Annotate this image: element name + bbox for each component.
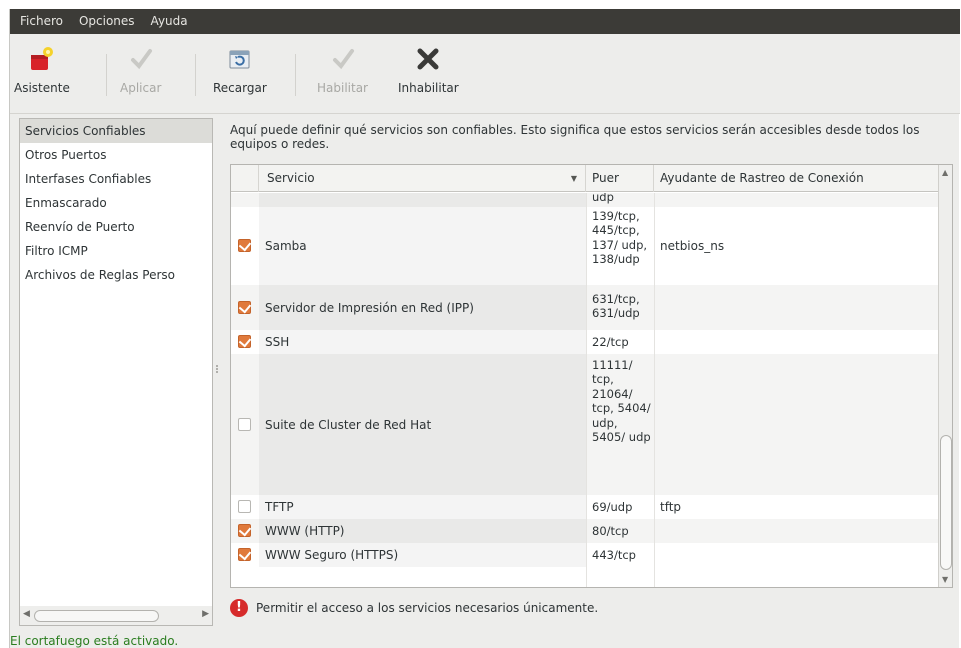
toolbar-separator: [295, 54, 296, 96]
table-vertical-scrollbar[interactable]: ▲ ▼: [938, 165, 952, 587]
table-row[interactable]: Samba 139/tcp, 445/tcp, 137/ udp, 138/ud…: [231, 207, 938, 285]
scrollbar-thumb[interactable]: [940, 435, 952, 570]
column-header-ports[interactable]: Puer: [586, 165, 654, 192]
warning-icon: !: [230, 599, 248, 617]
service-helper: [654, 543, 938, 567]
sidebar-item-port-forwarding[interactable]: Reenvío de Puerto: [20, 215, 212, 239]
check-icon: [330, 46, 356, 72]
scroll-down-icon[interactable]: ▼: [942, 575, 948, 584]
disable-button[interactable]: Inhabilitar: [398, 46, 459, 106]
service-checkbox[interactable]: [238, 301, 251, 314]
check-icon: [128, 46, 154, 72]
service-ports: 22/tcp: [592, 335, 629, 349]
service-checkbox[interactable]: [238, 239, 251, 252]
services-table: Servicio ▼ Puer Ayudante de Rastreo de C…: [230, 164, 953, 588]
access-notice: ! Permitir el acceso a los servicios nec…: [230, 598, 598, 618]
sidebar-item-icmp-filter[interactable]: Filtro ICMP: [20, 239, 212, 263]
service-name: SSH: [259, 330, 586, 354]
service-name: WWW Seguro (HTTPS): [259, 543, 586, 567]
pane-splitter-handle[interactable]: [216, 364, 220, 374]
service-helper: [654, 330, 938, 354]
enable-button[interactable]: Habilitar: [317, 46, 368, 106]
wizard-button[interactable]: Asistente: [14, 46, 70, 106]
service-ports: 139/tcp, 445/tcp, 137/ udp, 138/udp: [592, 209, 648, 267]
toolbar-separator: [106, 54, 107, 96]
table-row[interactable]: Servidor de Impresión en Red (IPP) 631/t…: [231, 285, 938, 330]
service-ports: 69/udp: [592, 500, 633, 514]
sidebar-horizontal-scrollbar[interactable]: ◀ ▶: [19, 606, 213, 626]
service-ports: 80/tcp: [592, 524, 629, 538]
service-name: Samba: [259, 207, 586, 285]
toolbar: Asistente Aplicar Recargar Habilitar Inh…: [10, 34, 960, 114]
service-helper: netbios_ns: [660, 239, 725, 253]
menu-help[interactable]: Ayuda: [143, 9, 196, 34]
service-ports: 443/tcp: [592, 548, 636, 562]
service-name: TFTP: [259, 495, 586, 519]
service-name: Servidor de Impresión en Red (IPP): [259, 285, 586, 330]
service-checkbox[interactable]: [238, 335, 251, 348]
menu-file[interactable]: Fichero: [12, 9, 71, 34]
table-row[interactable]: WWW (HTTP) 80/tcp: [231, 519, 938, 543]
status-bar: El cortafuego está activado.: [10, 634, 179, 648]
service-helper: tftp: [660, 500, 682, 514]
table-row[interactable]: SSH 22/tcp: [231, 330, 938, 354]
service-checkbox[interactable]: [238, 548, 251, 561]
table-row[interactable]: TFTP 69/udp tftp: [231, 495, 938, 519]
firewall-window: Fichero Opciones Ayuda Asistente Aplicar: [9, 9, 960, 648]
sidebar-item-masquerading[interactable]: Enmascarado: [20, 191, 212, 215]
table-header: Servicio ▼ Puer Ayudante de Rastreo de C…: [231, 165, 938, 192]
sidebar-item-trusted-services[interactable]: Servicios Confiables: [20, 119, 212, 143]
service-helper: [654, 519, 938, 543]
reload-icon: [227, 46, 253, 72]
close-icon: [415, 46, 441, 72]
description-text: Aquí puede definir qué servicios son con…: [230, 123, 920, 151]
sidebar-item-trusted-interfaces[interactable]: Interfases Confiables: [20, 167, 212, 191]
menu-options[interactable]: Opciones: [71, 9, 143, 34]
sidebar-item-custom-rules[interactable]: Archivos de Reglas Perso: [20, 263, 212, 287]
notice-text: Permitir el acceso a los servicios neces…: [256, 601, 599, 615]
sidebar-item-other-ports[interactable]: Otros Puertos: [20, 143, 212, 167]
service-helper: [654, 354, 938, 495]
reload-button[interactable]: Recargar: [213, 46, 267, 106]
service-name: Suite de Cluster de Red Hat: [259, 354, 586, 495]
toolbar-separator: [195, 54, 196, 96]
service-ports: 631/tcp, 631/udp: [592, 292, 640, 321]
service-checkbox[interactable]: [238, 500, 251, 513]
scroll-left-icon[interactable]: ◀: [23, 609, 30, 619]
column-divider: [586, 193, 587, 587]
column-header-helper[interactable]: Ayudante de Rastreo de Conexión: [654, 165, 938, 192]
column-header-check[interactable]: [231, 165, 259, 192]
service-helper: [654, 285, 938, 330]
scroll-up-icon[interactable]: ▲: [942, 168, 948, 177]
scroll-right-icon[interactable]: ▶: [202, 609, 209, 619]
table-row[interactable]: Suite de Cluster de Red Hat 11111/ tcp, …: [231, 354, 938, 495]
wizard-icon: [29, 46, 55, 72]
table-body: udp Samba 139/tcp, 445/tcp, 137/ udp, 13…: [231, 193, 938, 587]
service-checkbox[interactable]: [238, 418, 251, 431]
service-name: WWW (HTTP): [259, 519, 586, 543]
scrollbar-thumb[interactable]: [34, 610, 159, 622]
sort-down-icon: ▼: [570, 174, 577, 183]
apply-button[interactable]: Aplicar: [120, 46, 161, 106]
service-ports: 11111/ tcp, 21064/ tcp, 5404/ udp, 5405/…: [592, 358, 651, 445]
table-row[interactable]: udp: [231, 193, 938, 207]
service-checkbox[interactable]: [238, 524, 251, 537]
sidebar: Servicios Confiables Otros Puertos Inter…: [19, 118, 213, 626]
menubar: Fichero Opciones Ayuda: [10, 9, 960, 34]
column-header-service[interactable]: Servicio ▼: [259, 165, 586, 192]
column-divider: [654, 193, 655, 587]
table-row[interactable]: WWW Seguro (HTTPS) 443/tcp: [231, 543, 938, 567]
